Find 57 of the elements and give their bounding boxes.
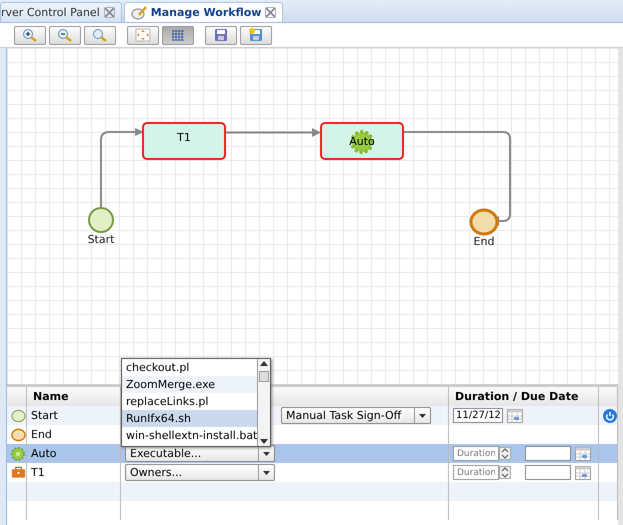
table-cell: Auto — [27, 444, 121, 463]
date-field[interactable]: 11/27/12 — [453, 408, 503, 423]
save-button[interactable] — [205, 26, 237, 44]
duration-field[interactable]: Duration — [453, 465, 499, 480]
search-icon — [92, 28, 108, 42]
spinner-icon — [499, 447, 511, 460]
workflow-icon — [130, 6, 147, 20]
save-as-button[interactable] — [240, 26, 272, 44]
zoom-out-icon — [57, 28, 73, 42]
scroll-thumb[interactable] — [259, 371, 270, 382]
caret-icon — [263, 452, 270, 456]
list-option[interactable]: RunIfx64.sh — [122, 410, 258, 427]
calendar-icon[interactable] — [507, 408, 523, 422]
tab[interactable]: Manage Workflow — [124, 2, 284, 22]
node-label: T1 — [177, 131, 191, 144]
column-header: Name — [27, 387, 121, 407]
fit-button[interactable] — [127, 26, 159, 44]
due-date-field[interactable] — [525, 465, 571, 480]
node-label: End — [472, 235, 496, 248]
caret-icon — [263, 470, 270, 474]
close-icon[interactable] — [265, 7, 276, 18]
end-event-icon — [11, 428, 26, 442]
search-button[interactable] — [84, 26, 116, 44]
gear-icon — [11, 446, 25, 460]
briefcase-icon — [11, 466, 26, 479]
grid-icon — [170, 28, 186, 42]
zoom-out-button[interactable] — [49, 26, 81, 44]
end-node — [469, 208, 499, 236]
calendar-icon[interactable] — [575, 446, 591, 460]
duration-field[interactable]: Duration — [453, 446, 499, 461]
grid-button[interactable] — [162, 26, 194, 44]
fit-icon — [135, 28, 151, 42]
dropdown[interactable]: Manual Task Sign-Off — [281, 407, 431, 424]
scroll-up-icon — [258, 359, 270, 369]
close-icon[interactable] — [104, 7, 115, 18]
table-cell: Start — [27, 406, 121, 425]
due-date-field[interactable] — [525, 446, 571, 461]
scrollbar[interactable] — [257, 359, 270, 446]
list-option[interactable]: win-shellextn-install.bat — [122, 427, 258, 444]
calendar-icon[interactable] — [575, 466, 591, 480]
node-label: Start — [86, 233, 116, 246]
save-icon — [213, 28, 229, 42]
save-as-icon — [248, 28, 264, 42]
start-node — [86, 206, 116, 234]
list-option[interactable]: ZoomMerge.exe — [122, 376, 258, 393]
power-icon[interactable] — [603, 408, 617, 422]
zoom-in-icon — [22, 28, 38, 42]
tab[interactable]: rver Control Panel — [0, 2, 122, 22]
table-cell — [599, 482, 618, 501]
list-option[interactable]: replaceLinks.pl — [122, 393, 258, 410]
spinner-icon — [499, 466, 511, 479]
start-event-icon — [11, 408, 26, 422]
dropdown[interactable]: Owners... — [125, 464, 275, 481]
column-header: Duration / Due Date — [449, 387, 599, 407]
caret-icon — [419, 414, 426, 418]
zoom-in-button[interactable] — [14, 26, 46, 44]
list-option[interactable]: checkout.pl — [122, 359, 258, 376]
